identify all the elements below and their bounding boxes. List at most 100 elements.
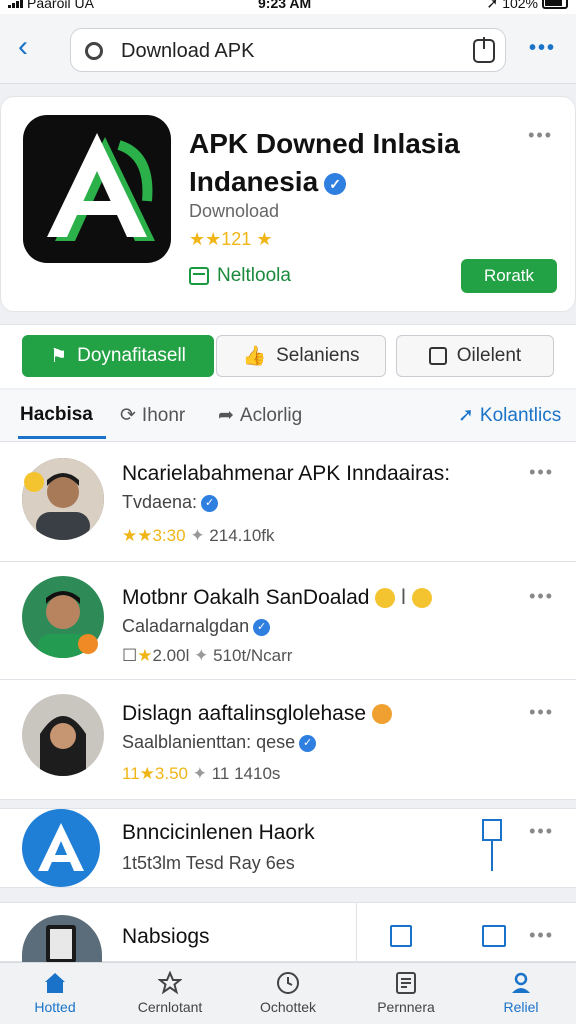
nav-premium[interactable]: Pernnera bbox=[351, 971, 461, 1015]
nav-home[interactable]: Hotted bbox=[0, 971, 110, 1015]
developer-label: Neltloola bbox=[217, 265, 291, 286]
item-title: Nabsiogs bbox=[122, 925, 210, 948]
item-more-button[interactable]: ••• bbox=[529, 702, 554, 723]
app-subtitle: Downoload bbox=[189, 201, 280, 221]
item-meta-text: 214.10fk bbox=[209, 526, 275, 545]
refresh-icon: ⟳ bbox=[120, 405, 136, 426]
item-rating: 2.00l bbox=[152, 646, 190, 665]
app-rating-value: ★★121 bbox=[189, 229, 252, 249]
star-icon: ★ bbox=[137, 646, 153, 665]
share-arrow-icon: ➦ bbox=[218, 405, 234, 426]
tab-3[interactable]: ➦ Aclorlig bbox=[218, 404, 302, 427]
item-meta: ☐★2.00l ✦ 510t/Ncarr bbox=[122, 646, 292, 666]
nav-check[interactable]: Ochottek bbox=[233, 971, 343, 1015]
item-meta: ★★3:30 ✦ 214.10fk bbox=[122, 526, 275, 546]
item-more-button[interactable]: ••• bbox=[529, 586, 554, 607]
carrier-info: Paaroil UA bbox=[8, 0, 94, 10]
status-time: 9:23 AM bbox=[258, 0, 312, 11]
item-sub-text: Saalblanienttan: qese bbox=[122, 732, 296, 752]
item-rating: ★★3:30 bbox=[122, 526, 186, 545]
app-more-button[interactable]: ••• bbox=[528, 125, 553, 146]
verified-icon: ✓ bbox=[201, 494, 219, 512]
app-title-line2-wrap: Indanesia ✓ bbox=[189, 163, 509, 201]
battery-icon bbox=[542, 0, 568, 9]
item-sub-text: Caladarnalgdan bbox=[122, 616, 250, 636]
item-sub: Caladarnalgdan ✓ bbox=[122, 616, 271, 637]
item-title: Ncarielabahmenar APK Inndaairas: bbox=[122, 462, 451, 485]
forward-icon: ➚ bbox=[458, 405, 474, 426]
item-more-button[interactable]: ••• bbox=[529, 462, 554, 483]
list-item[interactable]: Nabsiogs ••• bbox=[0, 902, 576, 963]
nav-featured[interactable]: Cernlotant bbox=[115, 971, 225, 1015]
bookmark-icon[interactable] bbox=[482, 819, 502, 841]
tertiary-action-button[interactable]: Oilelent bbox=[396, 335, 554, 377]
search-query[interactable]: Download APK bbox=[121, 40, 254, 63]
share-icon[interactable] bbox=[473, 37, 495, 63]
profile-icon bbox=[512, 972, 530, 993]
item-more-button[interactable]: ••• bbox=[529, 821, 554, 842]
item-sub: Saalblanienttan: qese ✓ bbox=[122, 732, 317, 753]
list-item[interactable]: Ncarielabahmenar APK Inndaairas: Tvdaena… bbox=[0, 442, 576, 562]
primary-action-label: Doynafitasell bbox=[77, 345, 186, 366]
tab-4[interactable]: ➚ Kolantlics bbox=[458, 404, 561, 427]
search-header: ‹ Download APK ••• bbox=[0, 14, 576, 84]
tab-indicator bbox=[18, 436, 106, 439]
list-item[interactable]: Dislagn aaftalinsglolehase Saalblanientt… bbox=[0, 680, 576, 800]
tab-4-label: Kolantlics bbox=[479, 404, 562, 426]
item-meta: 11★3.50 ✦ 11 1410s bbox=[122, 764, 280, 784]
header-more-button[interactable]: ••• bbox=[529, 38, 556, 58]
status-bar: Paaroil UA 9:23 AM ➚ 102% bbox=[0, 0, 576, 14]
separator: ✦ bbox=[194, 646, 209, 665]
primary-action-button[interactable]: ⚑ Doynafitasell bbox=[22, 335, 214, 377]
separator: ✦ bbox=[190, 526, 205, 545]
item-meta-text: 510t/Ncarr bbox=[213, 646, 293, 665]
message-icon[interactable] bbox=[390, 925, 412, 947]
item-title: Bnncicinlenen Haork bbox=[122, 821, 315, 844]
app-avatar-icon bbox=[22, 809, 100, 887]
status-right: ➚ 102% bbox=[486, 0, 568, 11]
install-button[interactable]: Roratk bbox=[461, 259, 557, 293]
search-icon bbox=[85, 42, 103, 60]
item-meta-text: 11 1410s bbox=[211, 764, 281, 783]
separator: ✦ bbox=[192, 764, 207, 783]
nav-check-label: Ochottek bbox=[259, 999, 317, 1015]
nav-profile-label: Reliel bbox=[503, 999, 539, 1015]
thumbs-up-icon: 👍 bbox=[242, 346, 267, 367]
item-sub: Tvdaena: ✓ bbox=[122, 492, 219, 513]
list-item[interactable]: Bnncicinlenen Haork 1t5t3lm Tesd Ray 6es… bbox=[0, 808, 576, 888]
back-button[interactable]: ‹ bbox=[18, 32, 38, 64]
emoji-icon bbox=[78, 634, 98, 654]
developer-icon bbox=[189, 267, 209, 285]
home-outline-icon[interactable] bbox=[482, 925, 506, 947]
app-title-line1: APK Downed Inlasia bbox=[189, 128, 460, 159]
tab-2-label: Ihonr bbox=[141, 404, 186, 426]
item-title: Dislagn aaftalinsglolehase bbox=[122, 702, 392, 726]
star-outline-icon bbox=[158, 971, 182, 995]
tab-2[interactable]: ⟳ Ihonr bbox=[120, 404, 185, 427]
signal-icon bbox=[8, 0, 23, 8]
divider bbox=[356, 903, 357, 963]
developer-link[interactable]: Neltloola bbox=[189, 265, 291, 287]
app-card: APK Downed Inlasia Indanesia ✓ Downoload … bbox=[0, 96, 576, 312]
star-icon: ★ bbox=[256, 229, 273, 249]
location-icon: ➚ bbox=[486, 0, 499, 11]
checkbox-icon: ☐ bbox=[122, 646, 138, 665]
search-bar[interactable]: Download APK bbox=[70, 28, 506, 72]
item-more-button[interactable]: ••• bbox=[529, 925, 554, 946]
nav-premium-label: Pernnera bbox=[377, 999, 435, 1015]
nav-featured-label: Cernlotant bbox=[137, 999, 203, 1015]
item-title-text: Dislagn aaftalinsglolehase bbox=[122, 702, 366, 725]
tab-bar: Hacbisa ⟳ Ihonr ➦ Aclorlig ➚ Kolantlics bbox=[0, 390, 576, 442]
item-title: Motbnr Oakalh SanDoalad l bbox=[122, 586, 432, 610]
avatar bbox=[22, 694, 104, 776]
action-bar: ⚑ Doynafitasell 👍 Selaniens Oilelent bbox=[0, 324, 576, 388]
list-item[interactable]: Motbnr Oakalh SanDoalad l Caladarnalgdan… bbox=[0, 562, 576, 680]
emoji-icon bbox=[375, 588, 396, 609]
tab-1[interactable]: Hacbisa bbox=[20, 404, 93, 426]
secondary-action-button[interactable]: 👍 Selaniens bbox=[216, 335, 386, 377]
emoji-icon bbox=[24, 472, 44, 492]
tertiary-action-label: Oilelent bbox=[456, 345, 522, 366]
item-rating: 11★3.50 bbox=[122, 764, 188, 783]
battery-percent: 102% bbox=[502, 0, 538, 11]
nav-profile[interactable]: Reliel bbox=[466, 971, 576, 1015]
